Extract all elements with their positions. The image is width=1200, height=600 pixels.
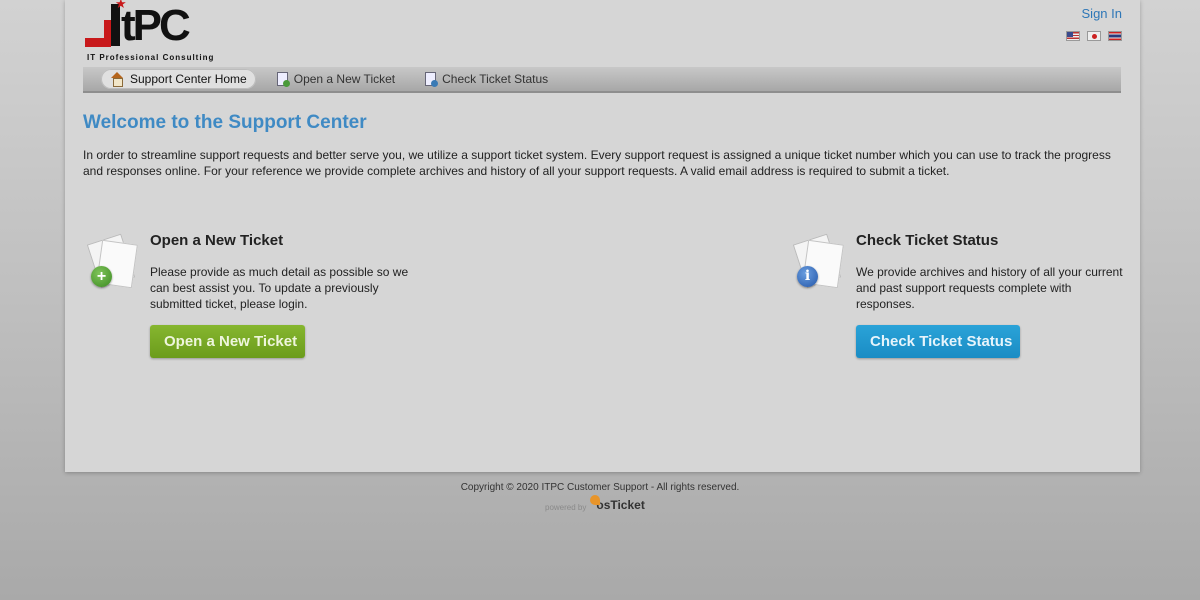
nav-label: Support Center Home xyxy=(130,72,247,86)
check-status-description: We provide archives and history of all y… xyxy=(856,265,1123,311)
main-nav: Support Center Home Open a New Ticket Ch… xyxy=(83,67,1121,93)
new-ticket-icon xyxy=(276,72,290,87)
japan-flag-icon[interactable] xyxy=(1087,31,1101,41)
itpc-logo[interactable]: ★ tPC IT Professional Consulting xyxy=(85,0,225,64)
open-ticket-illustration-icon: + xyxy=(86,233,138,290)
plus-icon: + xyxy=(91,266,112,287)
language-flags xyxy=(1066,31,1122,41)
us-flag-icon[interactable] xyxy=(1066,31,1080,41)
nav-label: Open a New Ticket xyxy=(293,72,396,86)
home-icon xyxy=(110,72,124,87)
logo-wordmark: tPC xyxy=(121,1,191,50)
open-ticket-heading: Open a New Ticket xyxy=(150,232,284,249)
check-status-illustration-icon: i xyxy=(792,233,844,290)
open-ticket-description: Please provide as much detail as possibl… xyxy=(150,265,409,311)
check-status-heading: Check Ticket Status xyxy=(856,232,999,249)
page-title: Welcome to the Support Center xyxy=(83,112,367,133)
nav-check-ticket-status[interactable]: Check Ticket Status xyxy=(416,69,557,89)
page-container: ★ tPC IT Professional Consulting Sign In… xyxy=(65,0,1140,472)
info-icon: i xyxy=(797,266,818,287)
nav-support-center-home[interactable]: Support Center Home xyxy=(101,69,256,89)
open-new-ticket-button[interactable]: Open a New Ticket xyxy=(150,325,305,358)
powered-by-label: powered by xyxy=(545,503,587,512)
ticket-status-icon xyxy=(425,72,439,87)
nav-label: Check Ticket Status xyxy=(442,72,549,86)
powered-by[interactable]: powered by osTicket xyxy=(545,495,645,512)
check-ticket-status-button[interactable]: Check Ticket Status xyxy=(856,325,1020,358)
logo-subtitle: IT Professional Consulting xyxy=(87,53,215,62)
nav-open-new-ticket[interactable]: Open a New Ticket xyxy=(268,69,404,89)
intro-text: In order to streamline support requests … xyxy=(83,148,1111,178)
osticket-logo: osTicket xyxy=(590,495,645,512)
footer-copyright: Copyright © 2020 ITPC Customer Support -… xyxy=(460,482,740,493)
sign-in-link[interactable]: Sign In xyxy=(1082,6,1122,21)
logo-red-bar-vertical xyxy=(104,20,111,47)
thailand-flag-icon[interactable] xyxy=(1108,31,1122,41)
